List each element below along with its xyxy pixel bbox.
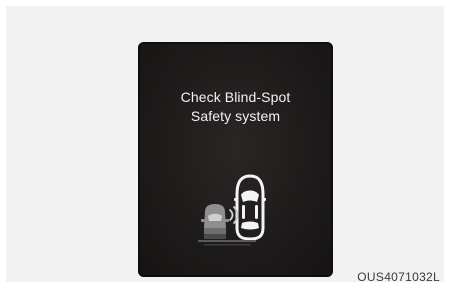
own-vehicle-icon [234,174,266,241]
lane-trail [198,240,256,246]
blind-spot-vehicle-icon [201,204,229,239]
figure-code: OUS4071032L [357,270,440,284]
cluster-display: Check Blind-Spot Safety system [138,42,333,277]
figure-panel: Check Blind-Spot Safety system OUS407103… [6,6,444,284]
blind-spot-scene [198,174,266,246]
